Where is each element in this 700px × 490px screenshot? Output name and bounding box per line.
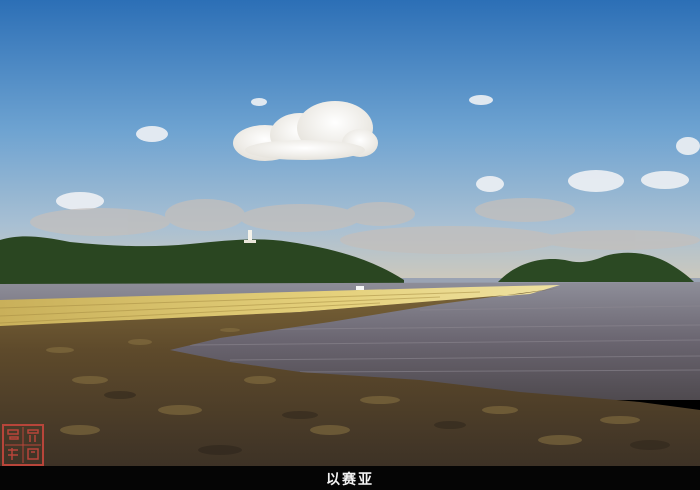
vehicle [356, 286, 364, 290]
caption-bar: 以赛亚 [0, 466, 700, 490]
photo-caption: 以赛亚 [326, 472, 374, 488]
artist-seal-stamp [2, 424, 44, 466]
landscape-photo [0, 0, 700, 466]
